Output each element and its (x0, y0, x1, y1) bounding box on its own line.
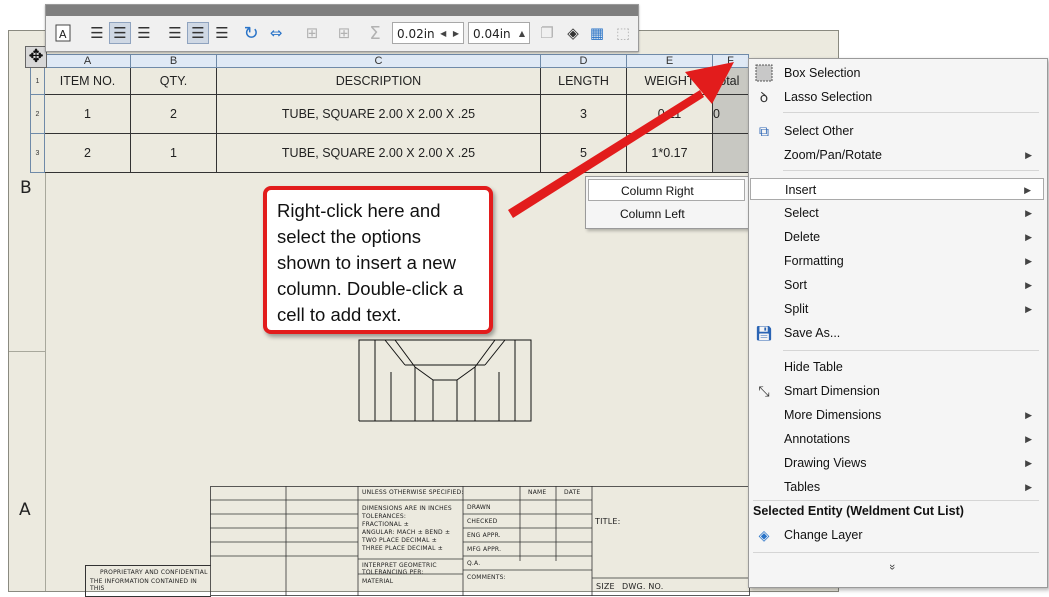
menu-separator (753, 500, 1039, 501)
insert-submenu: Column Right Column Left (585, 176, 750, 229)
chevron-right-icon: ▶ (1025, 208, 1032, 218)
menu-item-change-layer[interactable]: ◈ Change Layer (750, 524, 1044, 546)
menu-item-save-as[interactable]: 💾︎ Save As... (750, 322, 1044, 344)
box-selection-icon (755, 64, 773, 82)
context-menu: Box Selection ꝺ Lasso Selection ⧉ Select… (748, 58, 1048, 588)
menu-item-column-left[interactable]: Column Left (588, 203, 745, 225)
menu-item-hide-table[interactable]: Hide Table (750, 356, 1044, 378)
menu-item-smart-dimension[interactable]: ⤡ Smart Dimension (750, 380, 1044, 402)
chevron-right-icon: ▶ (1025, 256, 1032, 266)
menu-item-zoom-pan-rotate[interactable]: Zoom/Pan/Rotate ▶ (750, 144, 1044, 166)
menu-separator (753, 552, 1039, 553)
menu-separator (783, 112, 1039, 113)
menu-item-column-right[interactable]: Column Right (588, 179, 745, 201)
menu-item-delete[interactable]: Delete ▶ (750, 226, 1044, 248)
menu-item-box-selection[interactable]: Box Selection (750, 62, 1044, 84)
menu-item-drawing-views[interactable]: Drawing Views ▶ (750, 452, 1044, 474)
menu-item-annotations[interactable]: Annotations ▶ (750, 428, 1044, 450)
menu-item-formatting[interactable]: Formatting ▶ (750, 250, 1044, 272)
select-other-icon: ⧉ (759, 123, 769, 139)
chevron-right-icon: ▶ (1025, 150, 1032, 160)
smart-dimension-icon: ⤡ (758, 383, 770, 399)
chevron-right-icon: ▶ (1025, 280, 1032, 290)
chevron-right-icon: ▶ (1025, 434, 1032, 444)
menu-item-split[interactable]: Split ▶ (750, 298, 1044, 320)
chevron-right-icon: ▶ (1024, 185, 1031, 195)
menu-separator (783, 170, 1039, 171)
save-icon: 💾︎ (755, 325, 773, 341)
menu-item-tables[interactable]: Tables ▶ (750, 476, 1044, 498)
menu-item-select-other[interactable]: ⧉ Select Other (750, 120, 1044, 142)
menu-item-select[interactable]: Select ▶ (750, 202, 1044, 224)
chevron-right-icon: ▶ (1025, 482, 1032, 492)
menu-item-sort[interactable]: Sort ▶ (750, 274, 1044, 296)
layer-icon: ◈ (758, 527, 770, 543)
lasso-icon: ꝺ (759, 89, 769, 105)
selected-entity-heading: Selected Entity (Weldment Cut List) (753, 504, 964, 518)
chevron-right-icon: ▶ (1025, 458, 1032, 468)
chevron-right-icon: ▶ (1025, 232, 1032, 242)
callout-text: Right-click here and select the options … (277, 200, 464, 325)
expand-menu-icon[interactable]: » (886, 564, 898, 570)
menu-item-lasso-selection[interactable]: ꝺ Lasso Selection (750, 86, 1044, 108)
menu-separator (783, 350, 1039, 351)
menu-item-insert[interactable]: Insert ▶ (750, 178, 1044, 200)
chevron-right-icon: ▶ (1025, 410, 1032, 420)
menu-item-more-dimensions[interactable]: More Dimensions ▶ (750, 404, 1044, 426)
chevron-right-icon: ▶ (1025, 304, 1032, 314)
instruction-callout: Right-click here and select the options … (263, 186, 493, 334)
